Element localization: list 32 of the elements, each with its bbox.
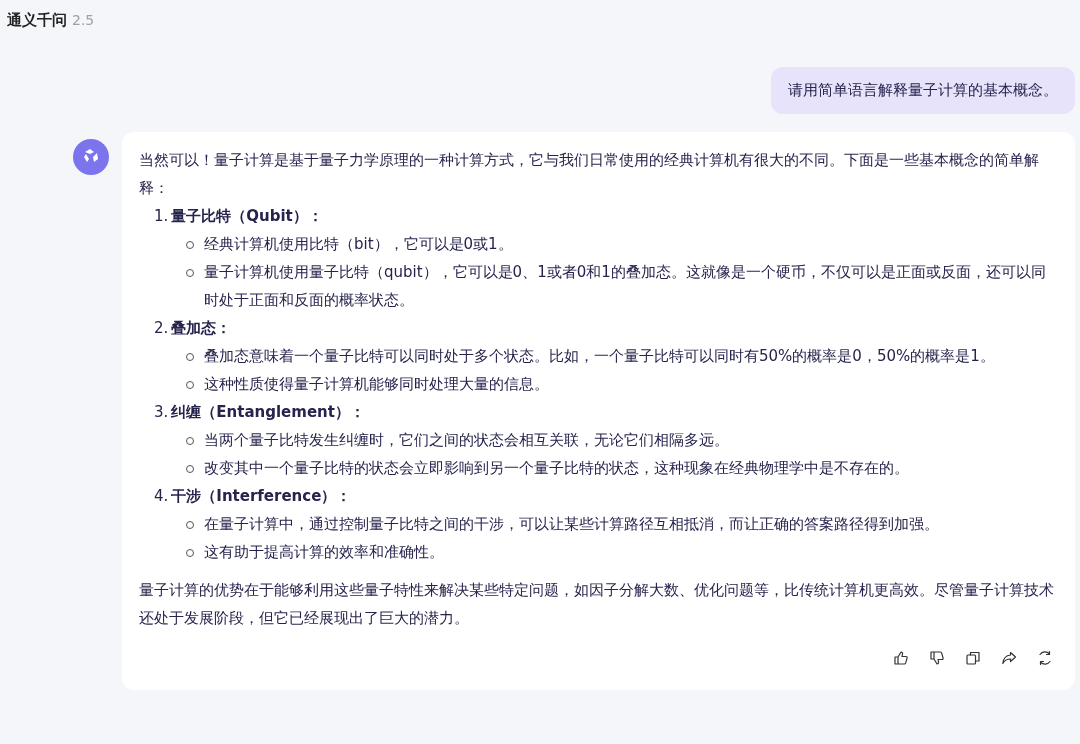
list-item-text: 量子计算机使用量子比特（qubit），它可以是0、1或者0和1的叠加态。这就像是一个硬币，不仅可以是正面或反面，还可以同时处于正面和反面的概率状态。 bbox=[204, 262, 1047, 311]
section-heading: 叠加态： bbox=[171, 318, 232, 339]
list-item-text: 叠加态意味着一个量子比特可以同时处于多个状态。比如，一个量子比特可以同时有50%的概率是0，50%的概率是1。 bbox=[204, 346, 995, 367]
share-button[interactable] bbox=[1001, 650, 1017, 666]
answer-paragraph: 当然可以！量子计算是基于量子力学原理的一种计算方式，它与我们日常使用的经典计算机有很大的不同。下面是一些基本概念的简单解释： bbox=[139, 150, 1040, 199]
list-item-text: 在量子计算中，通过控制量子比特之间的干涉，可以让某些计算路径互相抵消，而让正确的答案路径得到加强。 bbox=[204, 514, 939, 535]
list-number: 2. bbox=[154, 318, 169, 339]
assistant-avatar-icon bbox=[73, 139, 109, 175]
list-number: 4. bbox=[154, 486, 169, 507]
list-item-text: 这种性质使得量子计算机能够同时处理大量的信息。 bbox=[204, 374, 549, 395]
section-heading: 干涉（Interference）： bbox=[171, 486, 352, 507]
section-heading: 量子比特（Qubit）： bbox=[171, 206, 323, 227]
version-label: 2.5 bbox=[72, 12, 95, 28]
list-item-text: 改变其中一个量子比特的状态会立即影响到另一个量子比特的状态，这种现象在经典物理学中是不存在的。 bbox=[204, 458, 909, 479]
refresh-icon bbox=[1037, 650, 1053, 666]
user-message: 请用简单语言解释量子计算的基本概念。 bbox=[771, 67, 1075, 114]
thumbs-up-button[interactable] bbox=[893, 650, 909, 666]
list-number: 1. bbox=[154, 206, 169, 227]
thumbs-down-button[interactable] bbox=[929, 650, 945, 666]
section-heading: 纠缠（Entanglement）： bbox=[171, 402, 365, 423]
copy-button[interactable] bbox=[965, 650, 981, 666]
list-number: 3. bbox=[154, 402, 169, 423]
refresh-button[interactable] bbox=[1037, 650, 1053, 666]
share-icon bbox=[1001, 650, 1017, 666]
list-item-text: 当两个量子比特发生纠缠时，它们之间的状态会相互关联，无论它们相隔多远。 bbox=[204, 430, 729, 451]
answer-paragraph: 量子计算的优势在于能够利用这些量子特性来解决某些特定问题，如因子分解大数、优化问题等，比传统计算机更高效。尽管量子计算技术还处于发展阶段，但它已经展现出了巨大的潜力。 bbox=[139, 580, 1055, 629]
app-title: 通义千问 bbox=[7, 11, 67, 30]
thumbs-down-icon bbox=[929, 650, 945, 666]
list-item-text: 这有助于提高计算的效率和准确性。 bbox=[204, 542, 444, 563]
copy-icon bbox=[965, 650, 981, 666]
list-item-text: 经典计算机使用比特（bit），它可以是0或1。 bbox=[204, 234, 513, 255]
thumbs-up-icon bbox=[893, 650, 909, 666]
